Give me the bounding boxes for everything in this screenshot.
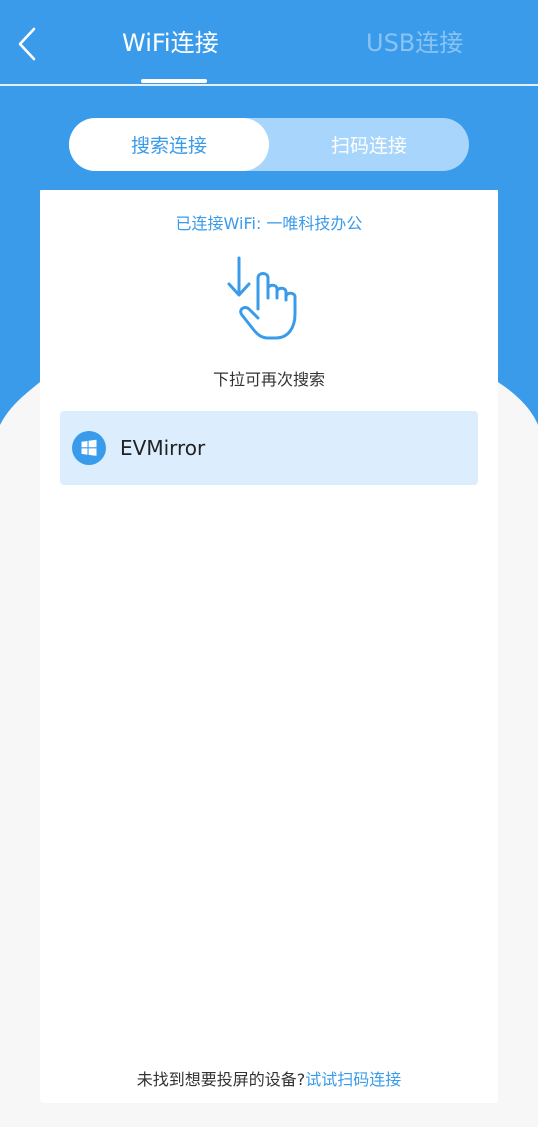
windows-icon <box>72 431 106 465</box>
scan-connect-button[interactable]: 扫码连接 <box>269 118 469 171</box>
connect-mode-segment: 搜索连接 扫码连接 <box>69 118 469 171</box>
wifi-status-label: 已连接WiFi: 一唯科技办公 <box>175 214 363 233</box>
device-search-card: 已连接WiFi: 一唯科技办公 下拉可再次搜索 EVMirror 未找到想要投屏… <box>40 190 498 1103</box>
navigation-bar: WiFi连接 USB连接 <box>0 0 538 86</box>
device-list-item[interactable]: EVMirror <box>60 411 478 485</box>
back-button[interactable] <box>10 24 44 64</box>
tab-usb-connect[interactable]: USB连接 <box>366 26 463 60</box>
active-tab-indicator <box>141 79 207 83</box>
header-divider <box>0 84 538 86</box>
try-scan-connect-link[interactable]: 试试扫码连接 <box>305 1070 401 1089</box>
not-found-tip: 未找到想要投屏的设备?试试扫码连接 <box>40 1070 498 1090</box>
not-found-question: 未找到想要投屏的设备? <box>136 1070 306 1089</box>
chevron-left-icon <box>18 27 36 61</box>
search-connect-button[interactable]: 搜索连接 <box>69 118 269 171</box>
pull-to-refresh-hint: 下拉可再次搜索 <box>212 370 325 389</box>
pull-down-hand-icon <box>227 256 297 340</box>
tab-wifi-connect[interactable]: WiFi连接 <box>122 26 219 60</box>
device-name: EVMirror <box>120 436 206 460</box>
